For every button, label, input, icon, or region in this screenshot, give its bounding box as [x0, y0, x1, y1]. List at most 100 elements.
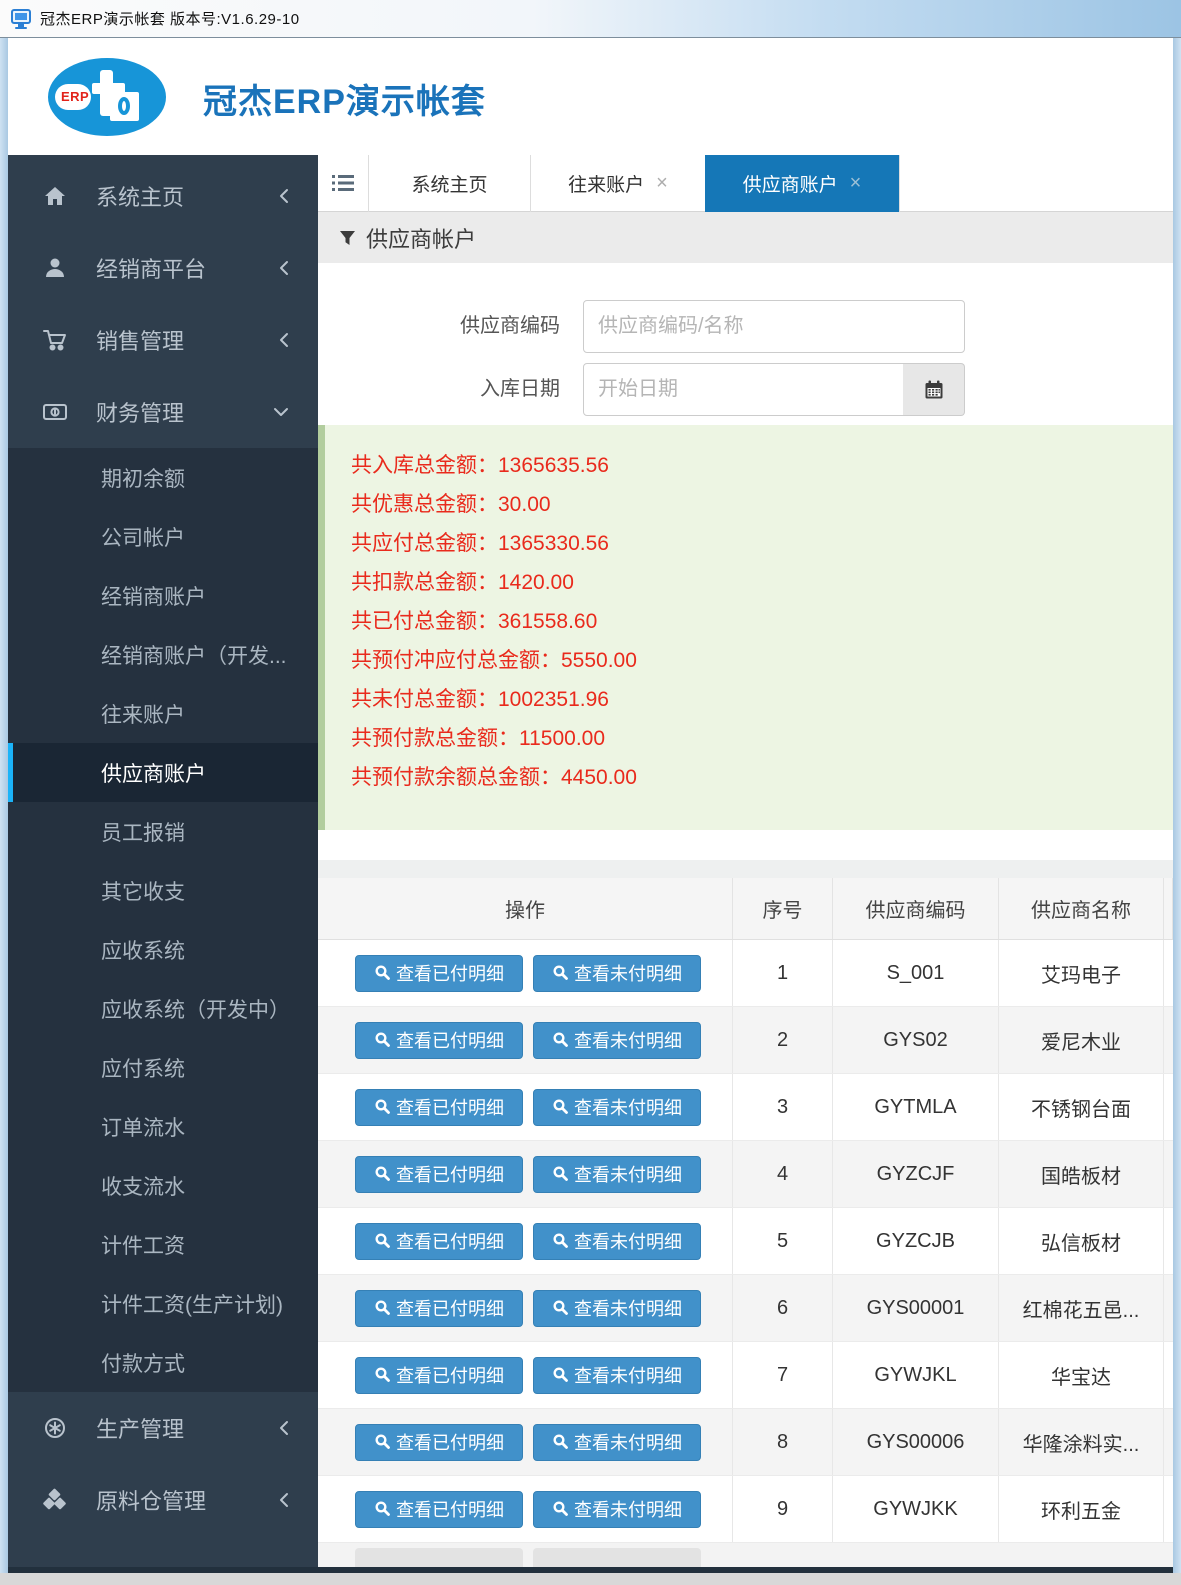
sidebar-subitem-label: 订单流水: [101, 1112, 185, 1142]
view-paid-button[interactable]: 查看已付明细: [355, 1357, 523, 1394]
view-paid-button[interactable]: 查看已付明细: [355, 1424, 523, 1461]
tab-label: 供应商账户: [743, 170, 838, 197]
supplier-code-input[interactable]: [583, 300, 965, 353]
view-unpaid-button[interactable]: 查看未付明细: [533, 955, 701, 992]
column-header-actions: 操作: [318, 878, 733, 939]
sidebar-item-finance-management[interactable]: 财务管理: [8, 376, 318, 448]
calendar-button[interactable]: [903, 363, 965, 416]
search-icon: [552, 1232, 570, 1250]
supplier-name-cell: 红棉花五邑...: [999, 1275, 1164, 1341]
search-icon: [374, 1165, 392, 1183]
view-unpaid-button[interactable]: 查看未付明细: [533, 1290, 701, 1327]
actions-cell: 查看已付明细 查看未付明细: [318, 1275, 733, 1341]
view-paid-button[interactable]: 查看已付明细: [355, 1290, 523, 1327]
sidebar-subitem[interactable]: 期初余额: [8, 448, 318, 507]
sidebar-subitem[interactable]: 应付系统: [8, 1038, 318, 1097]
column-header-seq: 序号: [733, 878, 833, 939]
clipped-cell: [1164, 1342, 1173, 1408]
start-date-input[interactable]: [583, 363, 904, 416]
tab-supplier-account[interactable]: 供应商账户 ×: [705, 155, 900, 212]
summary-line: 共应付总金额：1365330.56: [351, 524, 1173, 563]
sidebar-subitem[interactable]: 计件工资: [8, 1215, 318, 1274]
window-border-left: [0, 38, 8, 1573]
view-paid-button[interactable]: 查看已付明细: [355, 955, 523, 992]
sidebar-subitem-label: 应付系统: [101, 1053, 185, 1083]
window-border-right: [1173, 38, 1181, 1573]
app-window: 冠杰ERP演示帐套 版本号:V1.6.29-10 ERP 冠杰ERP演示帐套 系…: [0, 0, 1181, 1585]
sidebar-subitem[interactable]: 员工报销: [8, 802, 318, 861]
actions-cell: 查看已付明细 查看未付明细: [318, 1476, 733, 1542]
sidebar-subitem[interactable]: 供应商账户: [8, 743, 318, 802]
close-icon[interactable]: ×: [656, 172, 668, 195]
close-icon[interactable]: ×: [850, 172, 862, 195]
ghost-button: [355, 1548, 523, 1567]
table-row: 查看已付明细 查看未付明细 3 GYTMLA 不锈钢台面: [318, 1074, 1173, 1141]
search-icon: [552, 1299, 570, 1317]
view-unpaid-button[interactable]: 查看未付明细: [533, 1089, 701, 1126]
sidebar-item-sales-management[interactable]: 销售管理: [8, 304, 318, 376]
sidebar-item-label: 销售管理: [96, 324, 184, 356]
view-unpaid-button[interactable]: 查看未付明细: [533, 1424, 701, 1461]
sidebar-subitem[interactable]: 公司帐户: [8, 507, 318, 566]
sidebar-subitem[interactable]: 其它收支: [8, 861, 318, 920]
sidebar-subitem[interactable]: 应收系统（开发中）: [8, 979, 318, 1038]
partial-next-row: [318, 1543, 1173, 1567]
sidebar-subitem-label: 员工报销: [101, 817, 185, 847]
sidebar-subitem[interactable]: 付款方式: [8, 1333, 318, 1392]
sidebar-subitem[interactable]: 订单流水: [8, 1097, 318, 1156]
filter-form: 供应商编码 入库日期: [318, 263, 1173, 425]
sidebar-subitem-label: 应收系统（开发中）: [101, 994, 290, 1024]
view-unpaid-button[interactable]: 查看未付明细: [533, 1156, 701, 1193]
search-icon: [374, 1433, 392, 1451]
search-icon: [552, 1500, 570, 1518]
logo-o: [118, 97, 130, 115]
view-unpaid-button[interactable]: 查看未付明细: [533, 1022, 701, 1059]
chevron-left-icon: [278, 1419, 290, 1437]
view-paid-button[interactable]: 查看已付明细: [355, 1022, 523, 1059]
supplier-name-cell: 艾玛电子: [999, 940, 1164, 1006]
sidebar-subitem-label: 往来账户: [101, 699, 185, 729]
supplier-code-cell: GYS00001: [833, 1275, 999, 1341]
sidebar-subitem[interactable]: 收支流水: [8, 1156, 318, 1215]
table-row: 查看已付明细 查看未付明细 7 GYWJKL 华宝达: [318, 1342, 1173, 1409]
supplier-code-cell: GYZCJF: [833, 1141, 999, 1207]
view-paid-button[interactable]: 查看已付明细: [355, 1156, 523, 1193]
sidebar-subitem-label: 供应商账户: [101, 758, 206, 788]
view-paid-button[interactable]: 查看已付明细: [355, 1491, 523, 1528]
search-icon: [374, 1366, 392, 1384]
supplier-name-cell: 爱尼木业: [999, 1007, 1164, 1073]
view-unpaid-button[interactable]: 查看未付明细: [533, 1491, 701, 1528]
chevron-left-icon: [278, 187, 290, 205]
chevron-left-icon: [278, 259, 290, 277]
search-icon: [374, 1098, 392, 1116]
tab-list-icon[interactable]: [318, 155, 368, 211]
sidebar-subitem[interactable]: 应收系统: [8, 920, 318, 979]
tab-current-account[interactable]: 往来账户 ×: [530, 155, 705, 212]
sidebar-item-raw-material-warehouse[interactable]: 原料仓管理: [8, 1464, 318, 1536]
supplier-name-cell: 华宝达: [999, 1342, 1164, 1408]
sidebar-item-label: 原料仓管理: [96, 1484, 206, 1516]
panel-header: 供应商帐户: [318, 212, 1173, 263]
view-paid-button[interactable]: 查看已付明细: [355, 1223, 523, 1260]
table-body: 查看已付明细 查看未付明细 1 S_001 艾玛电子: [318, 940, 1173, 1543]
view-unpaid-button[interactable]: 查看未付明细: [533, 1357, 701, 1394]
clipped-cell: [1164, 940, 1173, 1006]
tab-system-home[interactable]: 系统主页: [368, 155, 530, 212]
window-titlebar[interactable]: 冠杰ERP演示帐套 版本号:V1.6.29-10: [0, 0, 1181, 38]
sidebar: 系统主页 经销商平台 销售管理: [8, 155, 318, 1567]
sidebar-subitem[interactable]: 计件工资(生产计划): [8, 1274, 318, 1333]
sidebar-subitem[interactable]: 往来账户: [8, 684, 318, 743]
chevron-left-icon: [278, 1491, 290, 1509]
sidebar-item-production-management[interactable]: 生产管理: [8, 1392, 318, 1464]
view-paid-button[interactable]: 查看已付明细: [355, 1089, 523, 1126]
sidebar-subitem[interactable]: 经销商账户: [8, 566, 318, 625]
column-header-clipped: [1164, 878, 1173, 939]
search-icon: [374, 964, 392, 982]
sidebar-subitem[interactable]: 经销商账户（开发...: [8, 625, 318, 684]
search-icon: [552, 1031, 570, 1049]
supplier-code-label: 供应商编码: [318, 300, 560, 353]
window-title: 冠杰ERP演示帐套 版本号:V1.6.29-10: [40, 8, 300, 29]
sidebar-item-dealer-platform[interactable]: 经销商平台: [8, 232, 318, 304]
sidebar-item-system-home[interactable]: 系统主页: [8, 160, 318, 232]
view-unpaid-button[interactable]: 查看未付明细: [533, 1223, 701, 1260]
